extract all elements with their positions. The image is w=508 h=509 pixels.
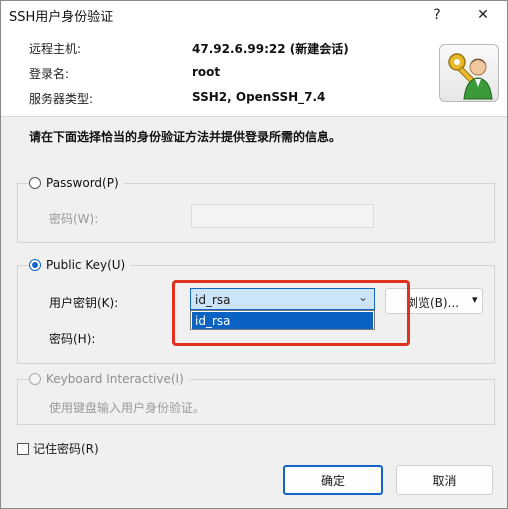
password-input	[191, 204, 374, 228]
remember-password-checkbox[interactable]	[17, 442, 29, 455]
help-button[interactable]: ?	[419, 1, 455, 28]
password-radio-label: Password(P)	[44, 176, 121, 190]
window-title: SSH用户身份验证	[9, 10, 114, 25]
server-type-value: SSH2, OpenSSH_7.4	[192, 90, 326, 104]
highlight-annotation	[172, 280, 410, 346]
password-option[interactable]: Password(P)	[29, 176, 124, 190]
keyboard-interactive-option: Keyboard Interactive(I)	[29, 372, 189, 386]
public-key-radio[interactable]	[29, 259, 41, 271]
remember-password-option[interactable]: 记住密码(R)	[17, 440, 99, 457]
public-key-option[interactable]: Public Key(U)	[29, 258, 131, 272]
ssh-auth-dialog: SSH用户身份验证 ? ✕ 远程主机: 47.92.6.99:22 (新建会话)…	[0, 0, 508, 509]
keyboard-interactive-description: 使用键盘输入用户身份验证。	[49, 401, 206, 415]
remember-password-label: 记住密码(R)	[33, 442, 99, 456]
remote-host-label: 远程主机:	[29, 42, 82, 56]
help-icon: ?	[433, 6, 441, 23]
instruction-text: 请在下面选择恰当的身份验证方法并提供登录所需的信息。	[29, 130, 342, 144]
ok-button[interactable]: 确定	[283, 465, 383, 495]
dropdown-arrow-icon: ▾	[472, 293, 478, 306]
title-bar: SSH用户身份验证 ? ✕	[1, 1, 507, 28]
passphrase-label: 密码(H):	[49, 332, 96, 346]
session-info-panel: 远程主机: 47.92.6.99:22 (新建会话) 登录名: root 服务器…	[1, 28, 507, 117]
remote-host-value: 47.92.6.99:22 (新建会话)	[192, 42, 349, 56]
keyboard-interactive-radio	[29, 373, 41, 385]
close-button[interactable]: ✕	[465, 1, 501, 28]
password-field-label: 密码(W):	[49, 212, 99, 226]
browse-button-label: 浏览(B)...	[406, 296, 460, 310]
password-radio[interactable]	[29, 177, 41, 189]
login-name-label: 登录名:	[29, 67, 70, 81]
login-name-value: root	[192, 65, 221, 79]
user-key-icon	[439, 44, 499, 102]
keyboard-interactive-label: Keyboard Interactive(I)	[44, 372, 186, 386]
close-icon: ✕	[477, 6, 489, 23]
server-type-label: 服务器类型:	[29, 92, 94, 106]
public-key-radio-label: Public Key(U)	[44, 258, 128, 272]
user-key-label: 用户密钥(K):	[49, 296, 119, 310]
cancel-button[interactable]: 取消	[396, 465, 493, 495]
